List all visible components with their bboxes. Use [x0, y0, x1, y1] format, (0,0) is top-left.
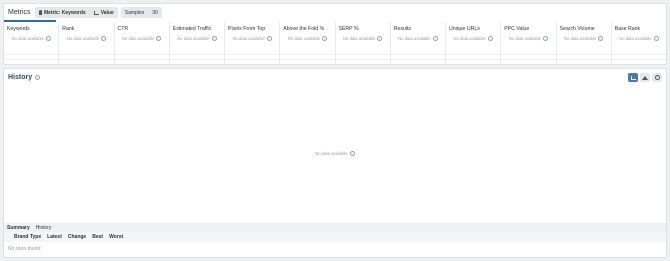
column-header[interactable]: Results [391, 22, 445, 34]
metrics-panel: Metrics Metric: Keywords Value Samples 3… [3, 3, 667, 65]
metric-col-unique-urls: Unique URLs No data available i [446, 22, 502, 64]
column-header[interactable]: Pixels From Top [225, 22, 279, 34]
tab-summary[interactable]: Summary [7, 225, 30, 231]
area-chart-icon [642, 75, 648, 80]
info-icon[interactable]: i [45, 36, 51, 42]
column-header[interactable]: Above the Fold % [280, 22, 334, 34]
line-chart-button[interactable] [628, 73, 638, 82]
no-data-label: No data available i [446, 34, 500, 42]
chart-icon [93, 10, 99, 15]
no-data-label: No data available i [501, 34, 555, 42]
value-label: Value [100, 9, 114, 16]
info-icon[interactable]: i [322, 36, 328, 42]
settings-icon [654, 75, 660, 80]
column-header-best[interactable]: Best [92, 234, 103, 240]
history-panel: History i No data available i Summary Hist… [3, 68, 667, 258]
column-header-change[interactable]: Change [68, 234, 86, 240]
metric-col-results: Results No data available i [390, 22, 446, 64]
no-data-label: No data available i [557, 34, 611, 42]
metric-col-rank: Rank No data available i [59, 22, 115, 64]
metric-col-keywords: Keywords No data available i [4, 22, 60, 64]
no-data-label: No data available i [225, 34, 279, 42]
metric-col-estimated-traffic: Estimated Traffic No data available i [169, 22, 225, 64]
column-header[interactable]: Estimated Traffic [170, 22, 224, 34]
info-icon[interactable]: i [349, 151, 355, 157]
metric-col-search-volume: Search Volume No data available i [556, 22, 612, 64]
line-chart-icon [630, 75, 636, 80]
no-data-label: No data available i [115, 34, 169, 42]
samples-chip[interactable]: Samples 30 [120, 7, 162, 18]
metric-col-ppc-value: PPC Value No data available i [501, 22, 557, 64]
metric-col-pixels-from-top: Pixels From Top No data available i [225, 22, 281, 64]
samples-value: 30 [152, 9, 158, 16]
area-chart-button[interactable] [640, 73, 650, 82]
column-header[interactable]: Base Rank [612, 22, 666, 34]
info-icon[interactable]: i [35, 74, 41, 80]
no-data-label: No data available i [4, 34, 58, 42]
column-header[interactable]: Keywords [4, 22, 58, 34]
info-icon[interactable]: i [266, 36, 272, 42]
no-data-label: No data available i [59, 34, 113, 42]
history-tabs: Summary History [4, 223, 666, 232]
column-header-brand-type[interactable]: Brand Type [14, 234, 41, 240]
column-header[interactable]: SERP % [336, 22, 390, 34]
no-data-label: No data available i [391, 34, 445, 42]
pin-icon [39, 10, 42, 15]
metrics-columns: Keywords No data available i Rank No data… [4, 22, 666, 64]
metric-col-above-fold: Above the Fold % No data available i [280, 22, 336, 64]
metric-select-label: Metric: Keywords [44, 9, 86, 16]
history-chart-area: No data available i [4, 87, 666, 223]
info-icon[interactable]: i [432, 36, 438, 42]
history-title: History i [8, 74, 41, 81]
info-icon[interactable]: i [211, 36, 217, 42]
metric-select-chip[interactable]: Metric: Keywords Value [35, 7, 118, 18]
no-rows-label: No rows found. [8, 246, 42, 252]
no-data-label: No data available i [4, 151, 666, 157]
settings-button[interactable] [652, 73, 662, 82]
samples-label: Samples [124, 9, 145, 16]
metric-col-ctr: CTR No data available i [114, 22, 170, 64]
column-header[interactable]: Unique URLs [446, 22, 500, 34]
info-icon[interactable]: i [156, 36, 162, 42]
info-icon[interactable]: i [598, 36, 604, 42]
info-icon[interactable]: i [101, 36, 107, 42]
column-header[interactable]: Search Volume [557, 22, 611, 34]
info-icon[interactable]: i [653, 36, 659, 42]
info-icon[interactable]: i [377, 36, 383, 42]
summary-table-header: Brand Type Latest Change Best Worst [4, 232, 666, 242]
metric-col-base-rank: Base Rank No data available i [611, 22, 666, 64]
history-chart-controls [628, 73, 662, 82]
column-header[interactable]: Rank [59, 22, 113, 34]
no-data-label: No data available i [336, 34, 390, 42]
no-data-label: No data available i [612, 34, 666, 42]
column-header[interactable]: CTR [115, 22, 169, 34]
no-data-label: No data available i [170, 34, 224, 42]
no-data-label: No data available i [280, 34, 334, 42]
tab-history[interactable]: History [36, 225, 52, 231]
info-icon[interactable]: i [487, 36, 493, 42]
info-icon[interactable]: i [543, 36, 549, 42]
column-header[interactable]: PPC Value [501, 22, 555, 34]
metric-col-serp: SERP % No data available i [335, 22, 391, 64]
metrics-title: Metrics [8, 8, 31, 16]
metrics-toolbar: Metric: Keywords Value Samples 30 [35, 7, 162, 18]
column-header-latest[interactable]: Latest [47, 234, 62, 240]
column-header-worst[interactable]: Worst [109, 234, 123, 240]
